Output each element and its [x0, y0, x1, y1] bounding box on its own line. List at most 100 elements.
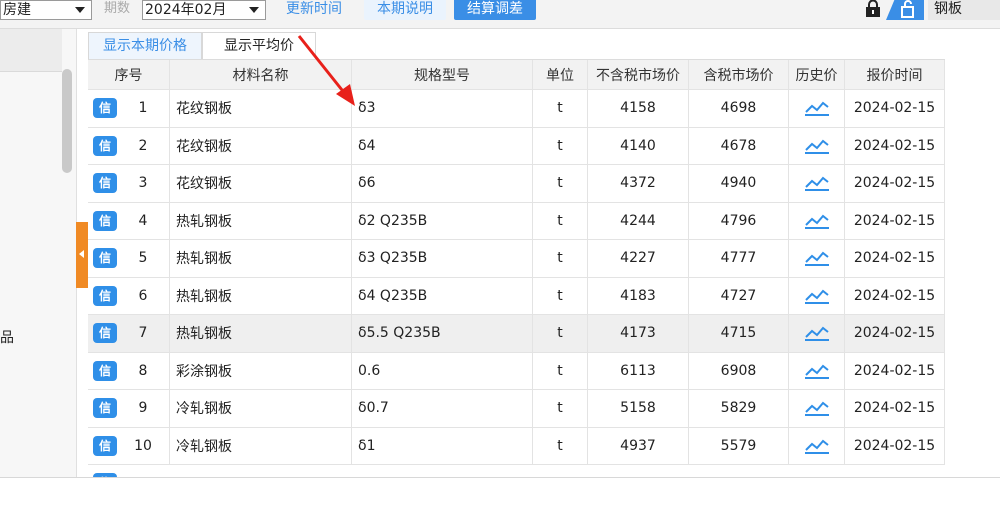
cell-unit[interactable]: t [533, 202, 588, 239]
cell-no[interactable]: 信 10 [88, 427, 170, 464]
trend-chart-icon[interactable] [804, 324, 830, 342]
table-row[interactable]: 信 9 冷轧钢板 δ0.7 t 5158 5829 2024-02-15 [88, 390, 945, 428]
category-select[interactable]: 房建 [0, 0, 92, 20]
cell-price-inc-tax[interactable]: 5829 [689, 390, 789, 427]
cell-price-inc-tax[interactable]: 4777 [689, 240, 789, 277]
cell-spec[interactable]: δ4 [352, 127, 533, 164]
info-badge[interactable]: 信 [93, 398, 117, 419]
trend-chart-icon[interactable] [804, 99, 830, 117]
cell-price-ex-tax[interactable]: 4227 [588, 240, 689, 277]
cell-material-name[interactable]: 冷轧钢板 [170, 427, 352, 464]
cell-quote-date[interactable]: 2024-02-15 [845, 202, 945, 239]
info-badge[interactable]: 信 [93, 135, 117, 156]
cell-unit[interactable]: t [533, 390, 588, 427]
trend-chart-icon[interactable] [804, 174, 830, 192]
cell-spec[interactable]: δ4 Q235B [352, 277, 533, 314]
table-row[interactable]: 信 4 热轧钢板 δ2 Q235B t 4244 4796 2024-02-15 [88, 202, 945, 240]
table-row[interactable]: 信 10 冷轧钢板 δ1 t 4937 5579 2024-02-15 [88, 427, 945, 465]
cell-unit[interactable]: t [533, 90, 588, 127]
column-header-price-inc-tax[interactable]: 含税市场价 [689, 60, 789, 89]
cell-no[interactable]: 信8 [88, 352, 170, 389]
table-row[interactable]: 信 2 花纹钢板 δ4 t 4140 4678 2024-02-15 [88, 127, 945, 165]
cell-spec[interactable]: δ0.7 [352, 390, 533, 427]
info-badge[interactable]: 信 [93, 323, 117, 344]
cell-spec[interactable]: 0.6 [352, 352, 533, 389]
cell-no[interactable]: 信2 [88, 127, 170, 164]
column-header-no[interactable]: 序号 [88, 60, 170, 89]
cell-unit[interactable]: t [533, 127, 588, 164]
info-badge[interactable]: 信 [93, 285, 117, 306]
cell-unit[interactable]: t [533, 427, 588, 464]
update-time-button[interactable]: 更新时间 [276, 0, 352, 20]
settlement-adjust-button[interactable]: 结算调差 [454, 0, 536, 20]
table-row[interactable]: 信 1 花纹钢板 δ3 t 4158 4698 2024-02-15 [88, 90, 945, 128]
column-header-spec[interactable]: 规格型号 [352, 60, 533, 89]
cell-price-ex-tax[interactable]: 4183 [588, 277, 689, 314]
cell-price-ex-tax[interactable]: 4244 [588, 202, 689, 239]
cell-quote-date[interactable]: 2024-02-15 [845, 315, 945, 352]
cell-no[interactable]: 信9 [88, 390, 170, 427]
cell-spec[interactable]: δ2 Q235B [352, 202, 533, 239]
cell-spec[interactable]: δ3 Q235B [352, 240, 533, 277]
cell-material-name[interactable]: 热轧钢板 [170, 202, 352, 239]
cell-quote-date[interactable]: 2024-02-15 [845, 427, 945, 464]
info-badge[interactable]: 信 [93, 210, 117, 231]
lock-icon[interactable] [864, 0, 882, 18]
cell-price-inc-tax[interactable]: 4940 [689, 165, 789, 202]
cell-no[interactable]: 信3 [88, 165, 170, 202]
cell-price-ex-tax[interactable]: 4173 [588, 315, 689, 352]
cell-quote-date[interactable]: 2024-02-15 [845, 90, 945, 127]
table-row[interactable]: 信 3 花纹钢板 δ6 t 4372 4940 2024-02-15 [88, 165, 945, 203]
column-header-quote-date[interactable]: 报价时间 [845, 60, 945, 89]
cell-material-name[interactable]: 花纹钢板 [170, 90, 352, 127]
trend-chart-icon[interactable] [804, 399, 830, 417]
trend-chart-icon[interactable] [804, 287, 830, 305]
cell-unit[interactable]: t [533, 240, 588, 277]
cell-spec[interactable]: δ5.5 Q235B [352, 315, 533, 352]
cell-price-inc-tax[interactable]: 6908 [689, 352, 789, 389]
table-row[interactable]: 信 5 热轧钢板 δ3 Q235B t 4227 4777 2024-02-15 [88, 240, 945, 278]
cell-unit[interactable]: t [533, 277, 588, 314]
cell-no[interactable]: 信4 [88, 202, 170, 239]
cell-material-name[interactable]: 热轧钢板 [170, 240, 352, 277]
cell-unit[interactable]: t [533, 315, 588, 352]
trend-chart-icon[interactable] [804, 362, 830, 380]
cell-spec[interactable]: δ6 [352, 165, 533, 202]
cell-price-inc-tax[interactable]: 4727 [689, 277, 789, 314]
cell-material-name[interactable]: 热轧钢板 [170, 315, 352, 352]
cell-quote-date[interactable]: 2024-02-15 [845, 127, 945, 164]
cell-price-inc-tax[interactable]: 4796 [689, 202, 789, 239]
cell-material-name[interactable]: 冷轧钢板 [170, 390, 352, 427]
cell-no[interactable]: 信1 [88, 90, 170, 127]
cell-unit[interactable]: t [533, 165, 588, 202]
table-row[interactable]: 信 8 彩涂钢板 0.6 t 6113 6908 2024-02-15 [88, 352, 945, 390]
column-header-price-ex-tax[interactable]: 不含税市场价 [588, 60, 689, 89]
cell-price-ex-tax[interactable]: 6113 [588, 352, 689, 389]
sidebar-scrollbar[interactable] [62, 69, 72, 173]
info-badge[interactable]: 信 [93, 360, 117, 381]
cell-material-name[interactable]: 热轧钢板 [170, 277, 352, 314]
column-header-name[interactable]: 材料名称 [170, 60, 352, 89]
tab-current-price[interactable]: 显示本期价格 [88, 32, 202, 59]
sidebar-collapse-handle[interactable] [76, 222, 88, 288]
table-row[interactable]: 信 6 热轧钢板 δ4 Q235B t 4183 4727 2024-02-15 [88, 277, 945, 315]
column-header-history[interactable]: 历史价 [789, 60, 845, 89]
cell-spec[interactable]: δ3 [352, 90, 533, 127]
unlock-tag[interactable] [886, 0, 924, 20]
cell-quote-date[interactable]: 2024-02-15 [845, 165, 945, 202]
cell-price-inc-tax[interactable]: 5579 [689, 427, 789, 464]
cell-no[interactable]: 信7 [88, 315, 170, 352]
period-notes-button[interactable]: 本期说明 [364, 0, 446, 20]
info-badge[interactable]: 信 [93, 248, 117, 269]
cell-material-name[interactable]: 彩涂钢板 [170, 352, 352, 389]
cell-price-inc-tax[interactable]: 4715 [689, 315, 789, 352]
cell-material-name[interactable]: 花纹钢板 [170, 127, 352, 164]
search-input[interactable]: 钢板 [928, 0, 1000, 20]
period-select[interactable]: 2024年02月 [142, 0, 266, 20]
cell-price-ex-tax[interactable]: 5158 [588, 390, 689, 427]
cell-no[interactable]: 信6 [88, 277, 170, 314]
info-badge[interactable]: 信 [93, 98, 117, 119]
cell-spec[interactable]: δ1 [352, 427, 533, 464]
cell-price-inc-tax[interactable]: 4698 [689, 90, 789, 127]
trend-chart-icon[interactable] [804, 137, 830, 155]
